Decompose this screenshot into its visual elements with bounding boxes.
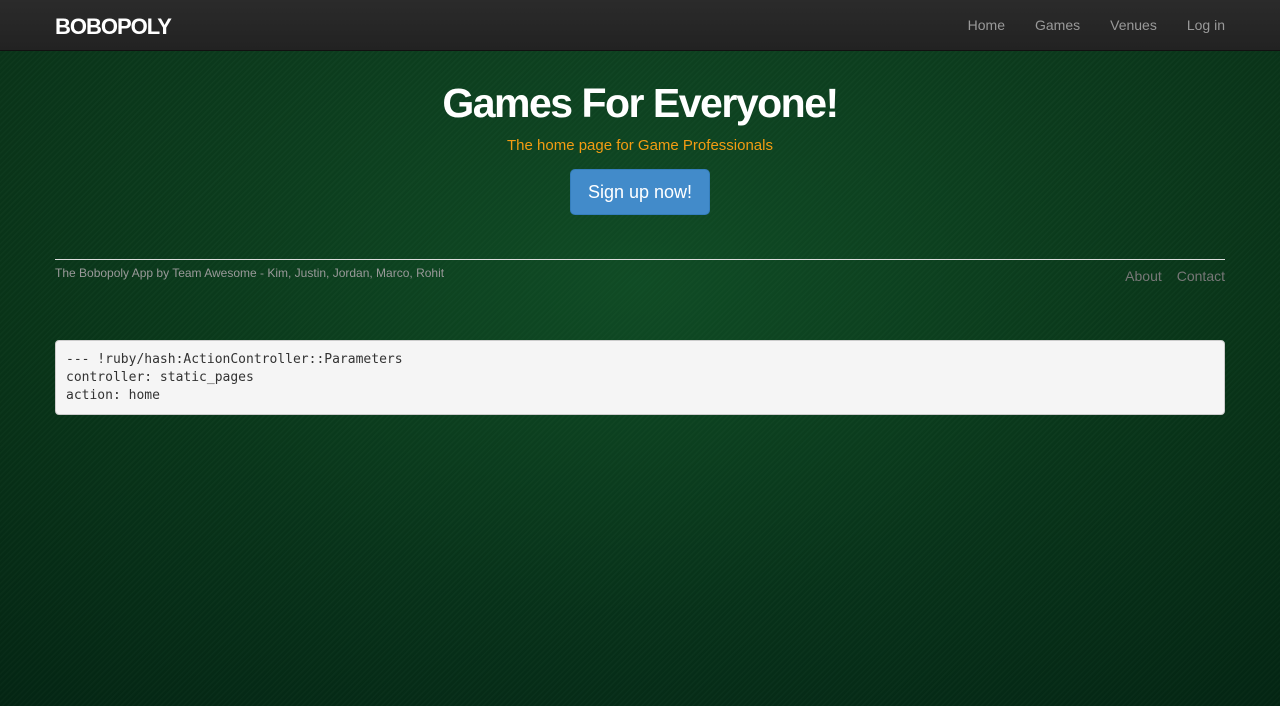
footer-links: About Contact: [1125, 268, 1225, 284]
nav-games[interactable]: Games: [1035, 17, 1080, 33]
footer-contact-link[interactable]: Contact: [1177, 268, 1225, 284]
footer: The Bobopoly App by Team Awesome - Kim, …: [55, 259, 1225, 284]
debug-line: controller: static_pages: [66, 370, 254, 385]
debug-line: --- !ruby/hash:ActionController::Paramet…: [66, 352, 403, 367]
navbar: BOBOPOLY Home Games Venues Log in: [0, 0, 1280, 51]
nav-login[interactable]: Log in: [1187, 17, 1225, 33]
hero-title: Games For Everyone!: [442, 80, 839, 126]
debug-params: --- !ruby/hash:ActionController::Paramet…: [55, 340, 1225, 415]
debug-line: action: home: [66, 388, 160, 403]
signup-button[interactable]: Sign up now!: [569, 169, 711, 215]
nav-home[interactable]: Home: [968, 17, 1005, 33]
footer-credits: The Bobopoly App by Team Awesome - Kim, …: [55, 266, 445, 280]
nav-links: Home Games Venues Log in: [968, 17, 1225, 33]
nav-venues[interactable]: Venues: [1110, 17, 1157, 33]
brand-logo[interactable]: BOBOPOLY: [55, 14, 172, 40]
footer-about-link[interactable]: About: [1125, 268, 1162, 284]
hero-subtitle: The home page for Game Professionals: [507, 137, 773, 154]
hero: Games For Everyone! The home page for Ga…: [0, 78, 1280, 215]
